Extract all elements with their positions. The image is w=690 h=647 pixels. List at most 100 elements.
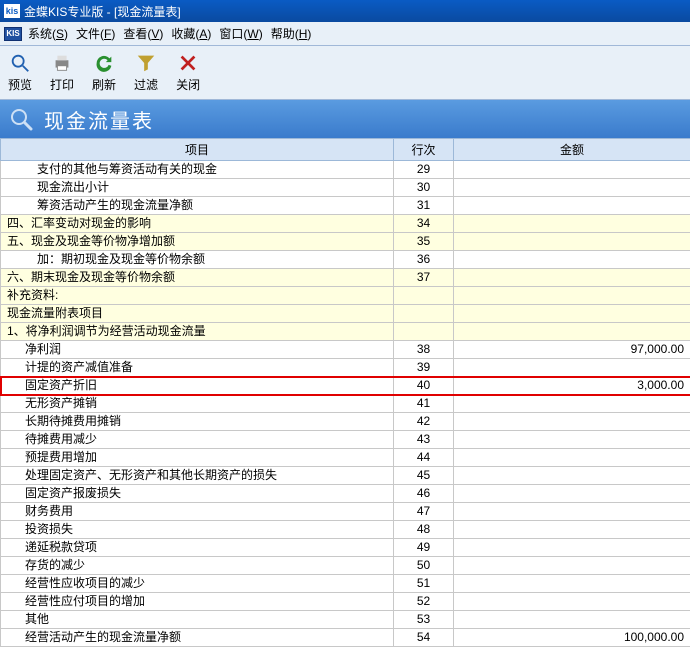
cell-amount [454,431,690,449]
table-row[interactable]: 加：期初现金及现金等价物余额36 [1,251,690,269]
cell-amount: 97,000.00 [454,341,690,359]
table-row[interactable]: 固定资产报废损失46 [1,485,690,503]
cell-line: 40 [394,377,454,395]
cell-item: 无形资产摊销 [1,395,394,413]
cell-amount [454,557,690,575]
cell-line: 42 [394,413,454,431]
table-row[interactable]: 支付的其他与筹资活动有关的现金29 [1,161,690,179]
cell-line: 38 [394,341,454,359]
kis-icon: KIS [4,27,22,41]
cell-amount [454,611,690,629]
table-row[interactable]: 现金流量附表项目 [1,305,690,323]
menu-bar: KIS 系统(S) 文件(F) 查看(V) 收藏(A) 窗口(W) 帮助(H) [0,22,690,46]
cell-item: 计提的资产减值准备 [1,359,394,377]
table-row[interactable]: 投资损失48 [1,521,690,539]
table-row[interactable]: 递延税款贷项49 [1,539,690,557]
cell-item: 筹资活动产生的现金流量净额 [1,197,394,215]
menu-s[interactable]: 系统(S) [28,25,68,42]
print-button[interactable]: 打印 [46,50,78,95]
cell-amount [454,287,690,305]
table-row[interactable]: 1、将净利润调节为经营活动现金流量 [1,323,690,341]
cell-item: 四、汇率变动对现金的影响 [1,215,394,233]
cell-amount [454,395,690,413]
cell-item: 六、期末现金及现金等价物余额 [1,269,394,287]
table-row[interactable]: 计提的资产减值准备39 [1,359,690,377]
table-row[interactable]: 现金流出小计30 [1,179,690,197]
table-row[interactable]: 存货的减少50 [1,557,690,575]
cell-amount: 100,000.00 [454,629,690,647]
cell-amount [454,503,690,521]
table-row[interactable]: 预提费用增加44 [1,449,690,467]
cell-item: 现金流出小计 [1,179,394,197]
menu-f[interactable]: 文件(F) [76,25,115,42]
table-row[interactable]: 经营性应收项目的减少51 [1,575,690,593]
cell-line: 34 [394,215,454,233]
cell-line: 52 [394,593,454,611]
table-row[interactable]: 五、现金及现金等价物净增加额35 [1,233,690,251]
cell-item: 待摊费用减少 [1,431,394,449]
magnify-icon [8,106,34,132]
cell-amount [454,539,690,557]
table-row[interactable]: 六、期末现金及现金等价物余额37 [1,269,690,287]
table-row[interactable]: 财务费用47 [1,503,690,521]
refresh-button[interactable]: 刷新 [88,50,120,95]
cell-line: 51 [394,575,454,593]
table-row[interactable]: 四、汇率变动对现金的影响34 [1,215,690,233]
close-icon [177,52,199,74]
table-row[interactable]: 补充资料: [1,287,690,305]
filter-button[interactable]: 过滤 [130,50,162,95]
table-row[interactable]: 待摊费用减少43 [1,431,690,449]
table-row[interactable]: 处理固定资产、无形资产和其他长期资产的损失45 [1,467,690,485]
refresh-icon [93,52,115,74]
cell-line: 30 [394,179,454,197]
table-header-row: 项目 行次 金额 [1,139,690,161]
cell-line: 47 [394,503,454,521]
page-title: 现金流量表 [44,105,154,134]
col-item[interactable]: 项目 [1,139,394,161]
cell-amount [454,161,690,179]
cashflow-table: 项目 行次 金额 支付的其他与筹资活动有关的现金29现金流出小计30筹资活动产生… [0,138,690,647]
close-button[interactable]: 关闭 [172,50,204,95]
cell-line: 36 [394,251,454,269]
cell-item: 支付的其他与筹资活动有关的现金 [1,161,394,179]
cell-amount [454,215,690,233]
col-line[interactable]: 行次 [394,139,454,161]
menu-w[interactable]: 窗口(W) [219,25,262,42]
cell-item: 补充资料: [1,287,394,305]
table-row[interactable]: 经营活动产生的现金流量净额54100,000.00 [1,629,690,647]
cell-amount [454,269,690,287]
cell-item: 净利润 [1,341,394,359]
app-icon: kis [4,4,20,18]
cell-item: 1、将净利润调节为经营活动现金流量 [1,323,394,341]
cell-line [394,305,454,323]
table-row[interactable]: 净利润3897,000.00 [1,341,690,359]
cell-line: 44 [394,449,454,467]
table-row[interactable]: 其他53 [1,611,690,629]
col-amount[interactable]: 金额 [454,139,690,161]
table-row[interactable]: 筹资活动产生的现金流量净额31 [1,197,690,215]
cell-amount [454,575,690,593]
menu-v[interactable]: 查看(V) [123,25,163,42]
window-title: 金蝶KIS专业版 - [现金流量表] [24,3,181,20]
cell-amount [454,233,690,251]
menu-a[interactable]: 收藏(A) [171,25,211,42]
page-header: 现金流量表 [0,100,690,138]
cell-item: 财务费用 [1,503,394,521]
cell-item: 固定资产报废损失 [1,485,394,503]
cell-line: 53 [394,611,454,629]
cell-line: 35 [394,233,454,251]
table-row[interactable]: 固定资产折旧403,000.00 [1,377,690,395]
cell-item: 经营性应收项目的减少 [1,575,394,593]
menu-h[interactable]: 帮助(H) [271,25,312,42]
cell-amount [454,521,690,539]
cell-line: 43 [394,431,454,449]
preview-icon [9,52,31,74]
preview-button[interactable]: 预览 [4,50,36,95]
table-row[interactable]: 无形资产摊销41 [1,395,690,413]
cell-amount [454,251,690,269]
table-row[interactable]: 经营性应付项目的增加52 [1,593,690,611]
cell-item: 其他 [1,611,394,629]
cell-item: 现金流量附表项目 [1,305,394,323]
cell-line: 50 [394,557,454,575]
table-row[interactable]: 长期待摊费用摊销42 [1,413,690,431]
